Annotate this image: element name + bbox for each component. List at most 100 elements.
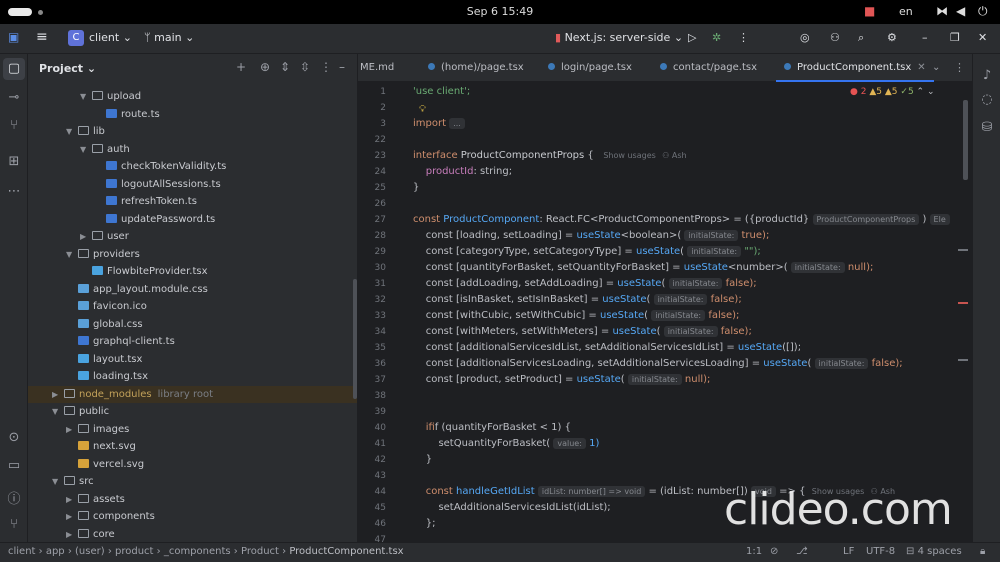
terminal-icon[interactable]: ▭ [0, 458, 28, 473]
code-with-me-icon[interactable]: ⚇ [830, 31, 840, 44]
indent-settings[interactable]: ⊟ 4 spaces [906, 546, 962, 557]
debug-icon[interactable]: ✲ [712, 31, 721, 44]
tree-folder[interactable]: ▼ lib [28, 123, 357, 140]
chevron-down-icon[interactable]: ▼ [66, 246, 78, 263]
tree-folder[interactable]: ▼ providers [28, 246, 357, 263]
expand-all-icon[interactable]: ⇕ [280, 60, 290, 74]
usages-hint[interactable]: Show usages [603, 151, 655, 160]
editor-tab[interactable]: contact/page.tsx [652, 54, 765, 82]
tree-folder[interactable]: ▼ auth [28, 141, 357, 158]
database-icon[interactable]: ⛁ [973, 120, 1000, 135]
code-editor[interactable]: 'use client'; import ... interface Produ… [413, 82, 993, 542]
settings-gear-icon[interactable]: ⚙ [887, 31, 897, 44]
tree-file[interactable]: app_layout.module.css [28, 281, 357, 298]
project-tool-folder-icon[interactable]: ▢ [3, 58, 25, 80]
chevron-down-icon[interactable]: ▼ [66, 123, 78, 140]
tree-file[interactable]: checkTokenValidity.ts [28, 158, 357, 175]
project-switcher[interactable]: Cclient ⌄ [68, 30, 132, 46]
chevron-right-icon[interactable]: ▶ [66, 508, 78, 525]
power-icon[interactable]: ⏻ [978, 4, 988, 19]
screen-record-icon[interactable]: ■ [864, 4, 875, 18]
branch-switcher[interactable]: ᛘ main ⌄ [144, 31, 194, 44]
tree-folder[interactable]: ▼ public [28, 403, 357, 420]
collapse-all-icon[interactable]: ⇳ [300, 60, 310, 74]
editor-scrollbar[interactable] [963, 100, 968, 180]
chevron-right-icon[interactable]: ▶ [66, 421, 78, 438]
tree-folder[interactable]: ▶ components [28, 508, 357, 525]
lock-icon[interactable]: 🔒︎ [980, 546, 985, 557]
chevron-right-icon[interactable]: ▶ [66, 526, 78, 543]
structure-tool-icon[interactable]: ⊞ [0, 154, 28, 169]
minimize-window-icon[interactable]: – [922, 31, 928, 44]
tree-folder[interactable]: ▶ assets [28, 491, 357, 508]
version-control-icon[interactable]: ⑂ [0, 517, 28, 532]
network-icon[interactable]: ⧓ [936, 4, 948, 18]
chevron-down-icon[interactable]: ⌄ [927, 87, 935, 97]
tree-file[interactable]: refreshToken.ts [28, 193, 357, 210]
commit-tool-icon[interactable]: ⊸ [0, 90, 28, 105]
inspection-widget[interactable]: ● 2 ▲5 ▲5 ✓5 ⌃ ⌄ [850, 87, 935, 97]
search-everywhere-icon[interactable]: ⌕ [858, 31, 864, 45]
chevron-right-icon[interactable]: ▶ [52, 386, 64, 403]
breadcrumb-item[interactable]: _components [164, 546, 231, 557]
run-config-selector[interactable]: ▮ Next.js: server-side ⌄ [555, 31, 683, 44]
chevron-down-icon[interactable]: ▼ [80, 88, 92, 105]
add-file-icon[interactable]: + [236, 60, 246, 74]
tabs-dropdown-chevron-icon[interactable]: ⌄ [932, 62, 940, 73]
volume-icon[interactable]: ◀ [956, 4, 965, 18]
chevron-down-icon[interactable]: ▼ [80, 141, 92, 158]
breadcrumb-item[interactable]: client [8, 546, 35, 557]
close-tab-icon[interactable]: ✕ [917, 62, 925, 73]
tree-folder[interactable]: ▶ node_modules library root [28, 385, 357, 403]
breadcrumb-item[interactable]: Product [241, 546, 279, 557]
tree-file[interactable]: layout.tsx [28, 351, 357, 368]
project-scrollbar[interactable] [353, 279, 357, 399]
locate-file-icon[interactable]: ⊕ [260, 60, 270, 74]
chevron-down-icon[interactable]: ▼ [52, 473, 64, 490]
tree-file[interactable]: next.svg [28, 438, 357, 455]
more-tools-icon[interactable]: ⋯ [0, 184, 28, 199]
keyboard-language[interactable]: en [899, 5, 913, 18]
restore-window-icon[interactable]: ❐ [950, 31, 960, 44]
read-only-toggle-icon[interactable]: ⊘ [770, 546, 778, 557]
main-menu-icon[interactable]: ≡ [36, 29, 48, 45]
file-encoding[interactable]: UTF-8 [866, 546, 895, 557]
folded-imports[interactable]: ... [449, 118, 465, 129]
tree-file[interactable]: favicon.ico [28, 298, 357, 315]
tree-file[interactable]: updatePassword.ts [28, 211, 357, 228]
tabs-more-icon[interactable]: ⋮ [954, 61, 965, 74]
hide-panel-icon[interactable]: – [339, 60, 345, 74]
editor-tab[interactable]: (home)/page.tsx [420, 54, 532, 82]
tree-folder[interactable]: ▶ images [28, 421, 357, 438]
tree-folder[interactable]: ▼ upload [28, 88, 357, 105]
editor-tab[interactable]: ProductComponent.tsx ✕ [776, 54, 934, 82]
tree-file[interactable]: vercel.svg [28, 456, 357, 473]
tree-file[interactable]: FlowbiteProvider.tsx [28, 263, 357, 280]
breadcrumb-item[interactable]: product [115, 546, 153, 557]
tree-folder[interactable]: ▶ user [28, 228, 357, 245]
project-panel-title[interactable]: Project ⌄ [39, 62, 96, 75]
ai-assistant-icon[interactable]: ◎ [800, 31, 810, 44]
breadcrumb-item[interactable]: app [46, 546, 65, 557]
breadcrumb-item[interactable]: (user) [75, 546, 105, 557]
chevron-down-icon[interactable]: ▼ [52, 403, 64, 420]
tree-file[interactable]: global.css [28, 316, 357, 333]
editor-tab[interactable]: login/page.tsx [540, 54, 640, 82]
tree-folder[interactable]: ▼ src [28, 473, 357, 490]
author-hint[interactable]: ⚇ Ash [662, 151, 686, 160]
line-separator[interactable]: LF [843, 546, 854, 557]
problems-icon[interactable]: ⓘ [0, 488, 28, 507]
tree-file[interactable]: graphql-client.ts [28, 333, 357, 350]
tree-file[interactable]: logoutAllSessions.ts [28, 176, 357, 193]
pull-requests-icon[interactable]: ⑂ [0, 118, 28, 133]
tree-file[interactable]: loading.tsx [28, 368, 357, 385]
caret-position[interactable]: 1:1 [746, 546, 762, 557]
breadcrumb-item[interactable]: ProductComponent.tsx [289, 546, 403, 557]
run-icon[interactable]: ▷ [688, 31, 696, 44]
chevron-up-icon[interactable]: ⌃ [917, 87, 925, 97]
chevron-right-icon[interactable]: ▶ [80, 228, 92, 245]
notifications-bell-icon[interactable]: ♪ [973, 68, 1000, 83]
services-run-icon[interactable]: ⊙ [0, 430, 28, 445]
editor-tab[interactable]: ME.md [358, 54, 402, 82]
more-actions-icon[interactable]: ⋮ [738, 31, 749, 44]
